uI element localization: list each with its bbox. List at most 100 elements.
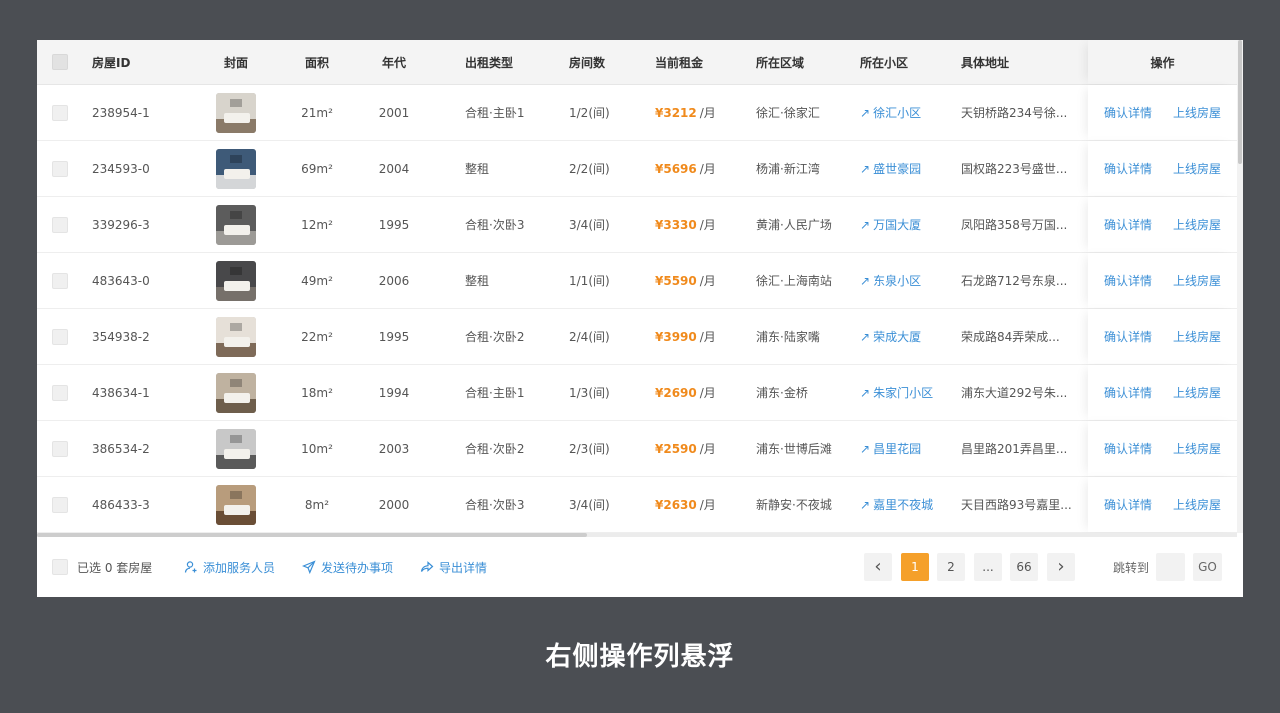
table-header: 房屋ID 封面 面积 年代 出租类型 房间数 当前租金 所在区域 所在小区 具体… bbox=[37, 40, 1237, 85]
address: 石龙路712号东泉... bbox=[961, 274, 1068, 288]
community-link[interactable]: ↗ 荣成大厦 bbox=[860, 309, 921, 364]
publish-house-link[interactable]: 上线房屋 bbox=[1173, 365, 1221, 420]
footer-select-checkbox[interactable] bbox=[52, 559, 68, 575]
page-2-button[interactable]: 2 bbox=[937, 553, 965, 581]
arrow-up-right-icon: ↗ bbox=[860, 497, 871, 512]
community-link[interactable]: ↗ 盛世豪园 bbox=[860, 141, 921, 196]
chevron-right-icon: › bbox=[1057, 556, 1065, 577]
cover-image[interactable] bbox=[216, 428, 256, 469]
vertical-scroll-thumb[interactable] bbox=[1238, 40, 1242, 164]
page-1-button[interactable]: 1 bbox=[901, 553, 929, 581]
cover-image[interactable] bbox=[216, 148, 256, 189]
rent-unit: /月 bbox=[699, 330, 716, 344]
cover-picture bbox=[230, 322, 242, 331]
district: 新静安·不夜城 bbox=[756, 498, 832, 512]
table-row[interactable]: 438634-1 18m² 1994 合租·主卧1 1/3(间) ¥2690/月 浦东·金桥… bbox=[37, 365, 1237, 421]
caption: 右侧操作列悬浮 bbox=[545, 642, 735, 672]
community-link[interactable]: ↗ 昌里花园 bbox=[860, 421, 921, 476]
table-row[interactable]: 238954-1 21m² 2001 合租·主卧1 1/2(间) ¥3212/月 徐汇·徐家… bbox=[37, 85, 1237, 141]
confirm-details-link[interactable]: 确认详情 bbox=[1104, 85, 1152, 140]
district: 浦东·金桥 bbox=[756, 386, 808, 400]
house-id: 234593-0 bbox=[92, 161, 150, 176]
address: 昌里路201弄昌里... bbox=[961, 442, 1068, 456]
next-page-button[interactable]: › bbox=[1047, 553, 1075, 581]
row-checkbox[interactable] bbox=[52, 496, 68, 513]
table-row[interactable]: 386534-2 10m² 2003 合租·次卧2 2/3(间) ¥2590/月 浦东·世博… bbox=[37, 421, 1237, 477]
cover-image[interactable] bbox=[216, 372, 256, 413]
address: 国权路223号盛世... bbox=[961, 162, 1068, 176]
year: 2000 bbox=[378, 497, 410, 512]
add-user-icon bbox=[184, 561, 197, 573]
table-row[interactable]: 486433-3 8m² 2000 合租·次卧3 3/4(间) ¥2630/月 新静安·不夜… bbox=[37, 477, 1237, 533]
rent-type: 合租·主卧1 bbox=[465, 106, 525, 120]
rent-price: ¥5590 bbox=[655, 273, 697, 288]
area: 18m² bbox=[301, 385, 333, 400]
confirm-details-link[interactable]: 确认详情 bbox=[1104, 141, 1152, 196]
cover-picture bbox=[230, 210, 242, 219]
cover-bed bbox=[224, 280, 250, 291]
rent-unit: /月 bbox=[699, 162, 716, 176]
cover-picture bbox=[230, 154, 242, 163]
prev-page-button[interactable]: ‹ bbox=[864, 553, 892, 581]
send-todo-label: 发送待办事项 bbox=[321, 560, 394, 575]
community-link[interactable]: ↗ 东泉小区 bbox=[860, 253, 921, 308]
confirm-details-link[interactable]: 确认详情 bbox=[1104, 309, 1152, 364]
select-all-checkbox[interactable] bbox=[52, 54, 68, 70]
row-checkbox[interactable] bbox=[52, 216, 68, 233]
cover-image[interactable] bbox=[216, 316, 256, 357]
table-row[interactable]: 339296-3 12m² 1995 合租·次卧3 3/4(间) ¥3330/月 黄浦·人民… bbox=[37, 197, 1237, 253]
add-staff-button[interactable]: 添加服务人员 bbox=[184, 537, 275, 597]
cover-image[interactable] bbox=[216, 204, 256, 245]
community-name: 徐汇小区 bbox=[873, 106, 922, 120]
cover-image[interactable] bbox=[216, 260, 256, 301]
confirm-details-link[interactable]: 确认详情 bbox=[1104, 365, 1152, 420]
confirm-details-link[interactable]: 确认详情 bbox=[1104, 421, 1152, 476]
row-checkbox[interactable] bbox=[52, 440, 68, 457]
confirm-details-link[interactable]: 确认详情 bbox=[1104, 477, 1152, 532]
cover-bed bbox=[224, 168, 250, 179]
row-checkbox[interactable] bbox=[52, 104, 68, 121]
export-label: 导出详情 bbox=[439, 560, 488, 575]
publish-house-link[interactable]: 上线房屋 bbox=[1173, 253, 1221, 308]
arrow-up-right-icon: ↗ bbox=[860, 217, 871, 232]
cover-image[interactable] bbox=[216, 484, 256, 525]
house-id: 386534-2 bbox=[92, 441, 150, 456]
rent-price: ¥3212 bbox=[655, 105, 697, 120]
area: 49m² bbox=[301, 273, 333, 288]
go-button[interactable]: GO bbox=[1193, 553, 1222, 581]
community-link[interactable]: ↗ 万国大厦 bbox=[860, 197, 921, 252]
district: 徐汇·上海南站 bbox=[756, 274, 832, 288]
house-id: 483643-0 bbox=[92, 273, 150, 288]
cover-image[interactable] bbox=[216, 92, 256, 133]
rent-type: 整租 bbox=[465, 274, 490, 288]
table-row[interactable]: 234593-0 69m² 2004 整租 2/2(间) ¥5696/月 杨浦·新江湾 ↗ 盛世… bbox=[37, 141, 1237, 197]
export-button[interactable]: 导出详情 bbox=[420, 537, 487, 597]
table-row[interactable]: 354938-2 22m² 1995 合租·次卧2 2/4(间) ¥3990/月 浦东·陆家… bbox=[37, 309, 1237, 365]
page-66-button[interactable]: 66 bbox=[1010, 553, 1038, 581]
row-checkbox[interactable] bbox=[52, 328, 68, 345]
table-row[interactable]: 483643-0 49m² 2006 整租 1/1(间) ¥5590/月 徐汇·上海南站 ↗ 东… bbox=[37, 253, 1237, 309]
publish-house-link[interactable]: 上线房屋 bbox=[1173, 309, 1221, 364]
row-checkbox[interactable] bbox=[52, 272, 68, 289]
year: 2006 bbox=[378, 273, 410, 288]
row-checkbox[interactable] bbox=[52, 384, 68, 401]
publish-house-link[interactable]: 上线房屋 bbox=[1173, 197, 1221, 252]
jump-page-input[interactable] bbox=[1156, 553, 1185, 581]
publish-house-link[interactable]: 上线房屋 bbox=[1173, 477, 1221, 532]
row-checkbox[interactable] bbox=[52, 160, 68, 177]
publish-house-link[interactable]: 上线房屋 bbox=[1173, 85, 1221, 140]
community-link[interactable]: ↗ 朱家门小区 bbox=[860, 365, 933, 420]
page-ellipsis[interactable]: ... bbox=[974, 553, 1002, 581]
vertical-scrollbar[interactable] bbox=[1237, 40, 1243, 533]
community-link[interactable]: ↗ 徐汇小区 bbox=[860, 85, 921, 140]
rooms: 3/4(间) bbox=[569, 498, 610, 512]
confirm-details-link[interactable]: 确认详情 bbox=[1104, 197, 1152, 252]
rent-price: ¥2630 bbox=[655, 497, 697, 512]
rooms: 1/3(间) bbox=[569, 386, 610, 400]
send-todo-button[interactable]: 发送待办事项 bbox=[302, 537, 393, 597]
publish-house-link[interactable]: 上线房屋 bbox=[1173, 421, 1221, 476]
community-link[interactable]: ↗ 嘉里不夜城 bbox=[860, 477, 933, 532]
confirm-details-link[interactable]: 确认详情 bbox=[1104, 253, 1152, 308]
publish-house-link[interactable]: 上线房屋 bbox=[1173, 141, 1221, 196]
community-name: 朱家门小区 bbox=[873, 386, 934, 400]
